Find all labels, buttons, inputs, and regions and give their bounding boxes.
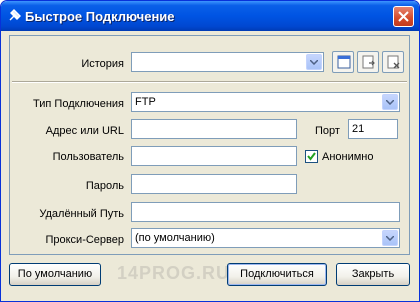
proxy-value: (по умолчанию) bbox=[135, 232, 215, 244]
close-window-button[interactable] bbox=[393, 6, 414, 27]
window-icon bbox=[337, 55, 351, 69]
address-label: Адрес или URL bbox=[45, 125, 124, 137]
history-save-button[interactable] bbox=[357, 51, 379, 73]
proxy-dropdown-button[interactable] bbox=[382, 230, 398, 246]
chevron-down-icon bbox=[386, 236, 394, 241]
port-value: 21 bbox=[352, 123, 365, 135]
connection-type-value: FTP bbox=[135, 96, 156, 108]
dialog-body: История Тип Подключения FTP Адрес или UR… bbox=[5, 31, 415, 299]
delete-icon bbox=[387, 55, 400, 69]
user-label: Пользователь bbox=[52, 151, 124, 163]
history-combo[interactable] bbox=[131, 52, 324, 72]
address-input[interactable] bbox=[131, 119, 297, 139]
plug-icon bbox=[7, 9, 21, 23]
window-title: Быстрое Подключение bbox=[25, 9, 175, 24]
checkmark-icon bbox=[307, 152, 316, 161]
history-dropdown-button[interactable] bbox=[306, 54, 322, 70]
connection-type-select[interactable]: FTP bbox=[131, 92, 400, 112]
connection-type-dropdown-button[interactable] bbox=[382, 94, 398, 110]
save-icon bbox=[362, 55, 375, 69]
close-icon bbox=[398, 11, 409, 22]
separator bbox=[12, 81, 407, 83]
password-input[interactable] bbox=[131, 174, 297, 194]
defaults-button[interactable]: По умолчанию bbox=[9, 263, 101, 286]
chevron-down-icon bbox=[386, 100, 394, 105]
quick-connect-window: Быстрое Подключение История Тип Подключе… bbox=[0, 0, 420, 302]
chevron-down-icon bbox=[310, 60, 318, 65]
user-input[interactable] bbox=[131, 146, 297, 166]
proxy-select[interactable]: (по умолчанию) bbox=[131, 228, 400, 248]
proxy-label: Прокси-Сервер bbox=[45, 234, 124, 246]
port-label: Порт bbox=[315, 125, 340, 137]
history-delete-button[interactable] bbox=[382, 51, 404, 73]
anonymous-label: Анонимно bbox=[322, 151, 374, 163]
connection-panel: История Тип Подключения FTP Адрес или UR… bbox=[9, 35, 410, 255]
password-label: Пароль bbox=[85, 180, 124, 192]
remote-path-label: Удалённый Путь bbox=[39, 208, 124, 220]
connect-button[interactable]: Подключиться bbox=[227, 263, 327, 286]
connection-type-label: Тип Подключения bbox=[33, 98, 124, 110]
port-input[interactable]: 21 bbox=[348, 119, 398, 139]
title-bar[interactable]: Быстрое Подключение bbox=[1, 1, 419, 31]
close-button[interactable]: Закрыть bbox=[336, 263, 410, 286]
anonymous-checkbox[interactable] bbox=[305, 150, 318, 163]
remote-path-input[interactable] bbox=[131, 202, 400, 222]
watermark: 14PROG.RU bbox=[117, 263, 231, 283]
history-label: История bbox=[81, 58, 124, 70]
history-window-button[interactable] bbox=[332, 51, 354, 73]
